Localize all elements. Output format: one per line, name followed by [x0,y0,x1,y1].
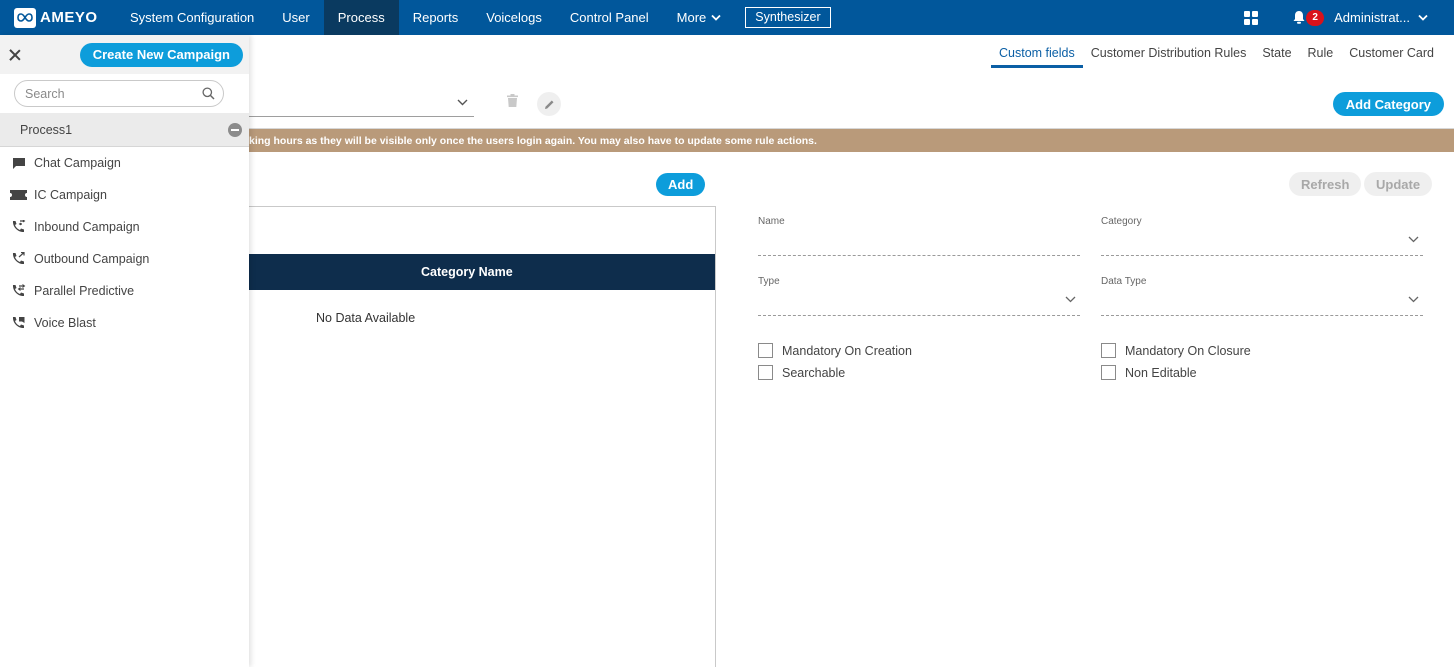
category-label: Category [1101,216,1142,227]
campaign-label: Chat Campaign [34,156,121,170]
campaign-item-ic[interactable]: IC Campaign [0,179,249,211]
chevron-down-icon [457,99,468,106]
nav-system-configuration[interactable]: System Configuration [116,0,268,35]
top-nav-bar: AMEYO System Configuration User Process … [0,0,1454,35]
mandatory-on-creation-checkbox[interactable]: Mandatory On Creation [758,343,912,358]
add-button[interactable]: Add [656,173,706,196]
data-type-label: Data Type [1101,276,1147,287]
name-label: Name [758,216,785,227]
checkbox-label: Searchable [782,365,846,380]
close-icon[interactable] [8,48,22,62]
edit-button[interactable] [537,92,561,116]
collapse-icon[interactable] [228,122,242,137]
campaign-label: Voice Blast [34,316,96,330]
chevron-down-icon [1065,296,1076,303]
checkbox-label: Mandatory On Closure [1125,343,1251,358]
search-input[interactable] [25,86,202,101]
refresh-button[interactable]: Refresh [1289,172,1362,196]
chevron-down-icon [1408,236,1419,243]
ameyo-logo[interactable]: AMEYO [14,7,112,29]
chevron-down-icon [1408,296,1419,303]
empty-state-text: No Data Available [316,311,416,325]
update-button[interactable]: Update [1364,172,1433,196]
bell-icon [1293,10,1305,24]
create-new-campaign-button[interactable]: Create New Campaign [79,42,243,67]
checkbox-label: Mandatory On Creation [782,343,912,358]
process-name: Process1 [20,122,73,137]
checkbox-box[interactable] [1101,343,1116,358]
nav-more[interactable]: More [663,0,736,35]
brand-name: AMEYO [40,9,98,26]
tab-state[interactable]: State [1254,38,1299,68]
process-item[interactable]: Process1 [0,113,249,147]
category-select[interactable] [249,90,474,117]
tab-bar: Custom fields Customer Distribution Rule… [991,38,1442,68]
searchable-checkbox[interactable]: Searchable [758,365,845,380]
delete-icon[interactable] [507,94,518,107]
name-field[interactable]: Name [758,216,1080,256]
nav-more-label: More [676,10,707,25]
warning-banner: king hours as they will be visible only … [249,128,1454,152]
checkbox-label: Non Editable [1125,365,1197,380]
chevron-down-icon [1418,14,1428,21]
notifications-button[interactable]: 2 [1292,8,1325,28]
checkbox-box[interactable] [758,343,773,358]
checkbox-box[interactable] [1101,365,1116,380]
parallel-phone-icon [10,284,27,298]
top-right-actions: 2 Administrat... [1244,0,1454,35]
search-icon[interactable] [202,87,215,100]
main-nav: System Configuration User Process Report… [116,0,735,35]
campaign-label: Outbound Campaign [34,252,150,266]
nav-process[interactable]: Process [323,0,399,35]
outbound-phone-icon [10,252,27,266]
category-dropdown[interactable]: Category [1101,216,1423,256]
campaign-label: Parallel Predictive [34,284,135,298]
inbound-phone-icon [10,220,27,234]
non-editable-checkbox[interactable]: Non Editable [1101,365,1197,380]
tab-custom-fields[interactable]: Custom fields [991,38,1083,68]
column-header-category-name: Category Name [421,265,513,279]
nav-voicelogs[interactable]: Voicelogs [472,0,556,35]
campaign-item-chat[interactable]: Chat Campaign [0,147,249,179]
campaign-item-parallel-predictive[interactable]: Parallel Predictive [0,275,249,307]
notification-badge: 2 [1306,9,1325,26]
search-box [14,80,224,107]
sidebar-search [0,74,249,113]
campaign-label: IC Campaign [34,188,107,202]
tab-customer-distribution-rules[interactable]: Customer Distribution Rules [1083,38,1255,68]
voice-blast-icon [10,316,27,330]
sidebar-header: Create New Campaign [0,35,249,74]
data-type-dropdown[interactable]: Data Type [1101,276,1423,316]
table-header: Category Name [249,254,715,290]
campaign-item-inbound[interactable]: Inbound Campaign [0,211,249,243]
chat-icon [10,156,27,170]
user-name: Administrat... [1334,10,1410,25]
campaign-list: Chat Campaign IC Campaign Inbound Campai… [0,147,249,339]
tab-rule[interactable]: Rule [1300,38,1342,68]
infinity-icon [14,7,36,28]
ticket-icon [10,188,27,202]
nav-control-panel[interactable]: Control Panel [556,0,663,35]
apps-grid-icon[interactable] [1244,10,1259,25]
synthesizer-button[interactable]: Synthesizer [745,7,831,28]
pencil-icon [544,100,553,109]
nav-reports[interactable]: Reports [399,0,473,35]
mandatory-on-closure-checkbox[interactable]: Mandatory On Closure [1101,343,1251,358]
nav-user[interactable]: User [268,0,323,35]
campaign-sidebar: Create New Campaign Process1 Chat Campai… [0,35,249,667]
add-category-button[interactable]: Add Category [1332,92,1444,116]
type-label: Type [758,276,780,287]
chevron-down-icon [711,14,721,21]
tab-customer-card[interactable]: Customer Card [1341,38,1442,68]
campaign-item-outbound[interactable]: Outbound Campaign [0,243,249,275]
campaign-item-voice-blast[interactable]: Voice Blast [0,307,249,339]
type-dropdown[interactable]: Type [758,276,1080,316]
user-menu[interactable]: Administrat... [1334,10,1428,25]
category-table: Category Name No Data Available [249,206,716,667]
checkbox-box[interactable] [758,365,773,380]
campaign-label: Inbound Campaign [34,220,140,234]
